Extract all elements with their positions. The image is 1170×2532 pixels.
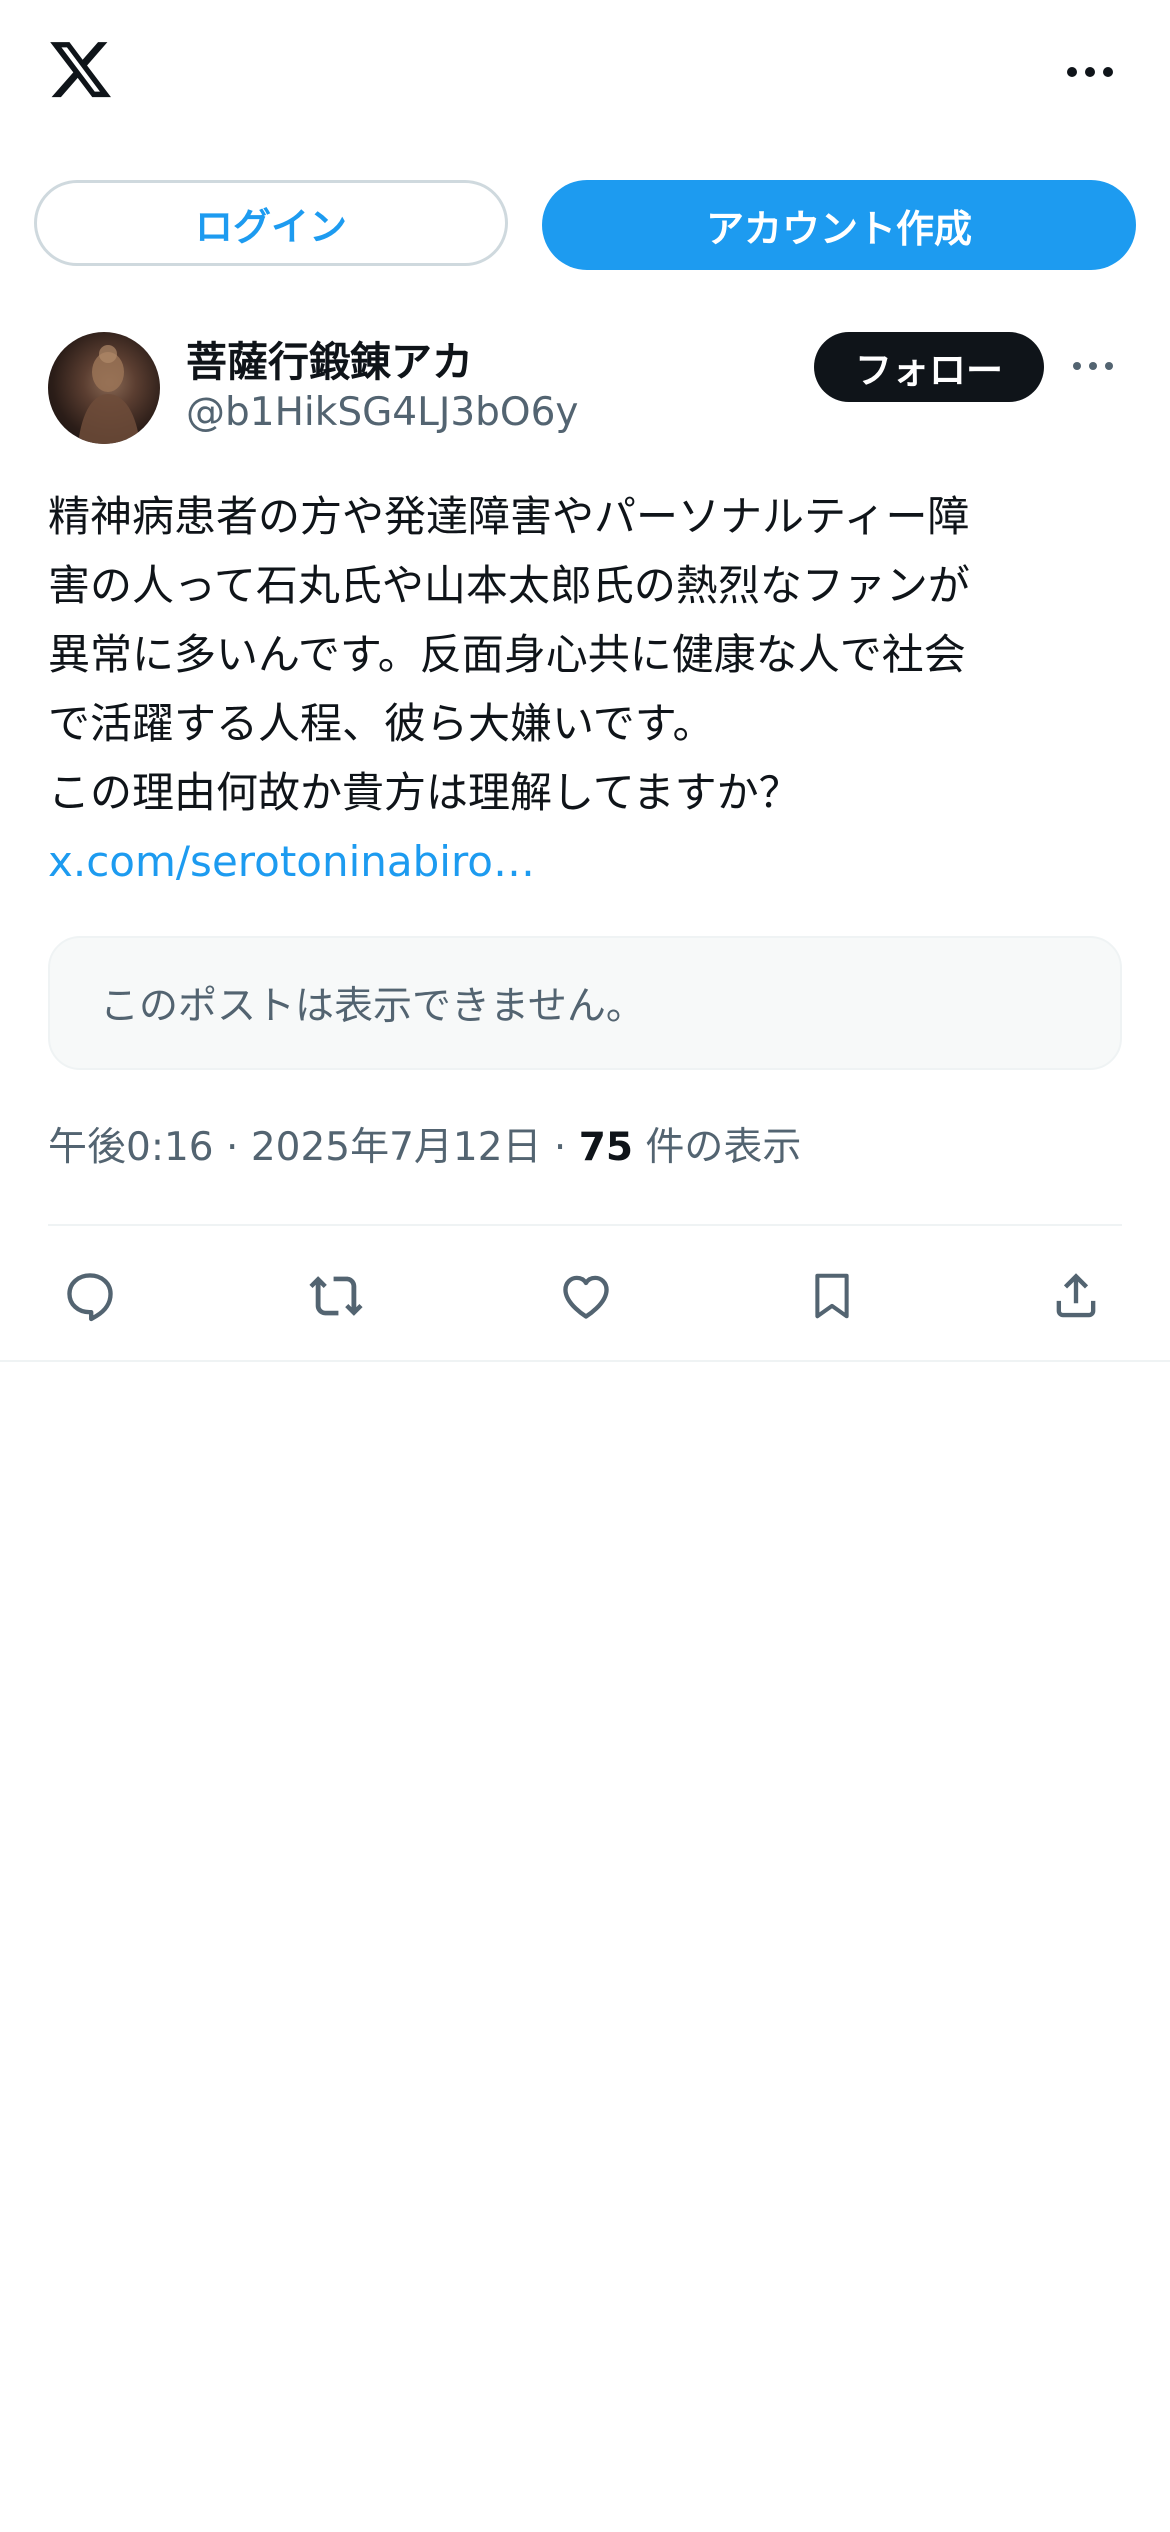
views-count: 75 (578, 1125, 634, 1170)
post-time[interactable]: 午後0:16 (48, 1125, 214, 1170)
post-date[interactable]: 2025年7月12日 (251, 1125, 542, 1170)
repost-icon (309, 1276, 363, 1316)
post-text-line: 異常に多いんです。反面身心共に健康な人で社会 (48, 630, 966, 679)
reply-icon (67, 1273, 113, 1322)
reply-button[interactable] (50, 1256, 130, 1336)
post-meta: 午後0:16 · 2025年7月12日 · 75 件の表示 (48, 1116, 801, 1172)
like-button[interactable] (546, 1256, 626, 1336)
heart-icon (563, 1275, 609, 1319)
repost-button[interactable] (296, 1256, 376, 1336)
meta-separator: · (553, 1125, 567, 1170)
meta-separator: · (226, 1125, 239, 1170)
action-bar (0, 1256, 1170, 1336)
author-handle[interactable]: @b1HikSG4LJ3bO6y (186, 390, 579, 435)
share-icon (1056, 1273, 1096, 1318)
bookmark-button[interactable] (792, 1256, 872, 1336)
post-text-line: で活躍する人程、彼ら大嫌いです。 (48, 699, 715, 748)
more-horizontal-icon[interactable] (1050, 50, 1130, 94)
author-display-name[interactable]: 菩薩行鍛錬アカ (186, 328, 473, 388)
share-button[interactable] (1036, 1256, 1116, 1336)
login-button[interactable]: ログイン (34, 180, 508, 266)
bookmark-icon (815, 1273, 849, 1319)
quoted-post-unavailable: このポストは表示できません。 (48, 936, 1122, 1070)
create-account-button[interactable]: アカウント作成 (542, 180, 1136, 270)
post-link[interactable]: x.com/serotoninabiro… (48, 827, 1122, 896)
avatar[interactable] (48, 332, 160, 444)
post-text-line: 精神病患者の方や発達障害やパーソナルティー障 (48, 492, 970, 541)
top-bar (0, 0, 1170, 150)
x-logo-icon[interactable] (48, 40, 114, 102)
auth-buttons: ログイン アカウント作成 (0, 180, 1170, 270)
post-text: 精神病患者の方や発達障害やパーソナルティー障 害の人って石丸氏や山本太郎氏の熱烈… (48, 482, 1122, 896)
divider (0, 1360, 1170, 1362)
post-text-line: 害の人って石丸氏や山本太郎氏の熱烈なファンが (48, 561, 970, 610)
views-label: 件の表示 (645, 1125, 802, 1170)
post-author: 菩薩行鍛錬アカ @b1HikSG4LJ3bO6y フォロー (0, 328, 1170, 458)
post-more-icon[interactable] (1068, 346, 1118, 386)
post-text-line: この理由何故か貴方は理解してますか？ (48, 768, 801, 817)
divider (48, 1224, 1122, 1226)
follow-button[interactable]: フォロー (814, 332, 1044, 402)
